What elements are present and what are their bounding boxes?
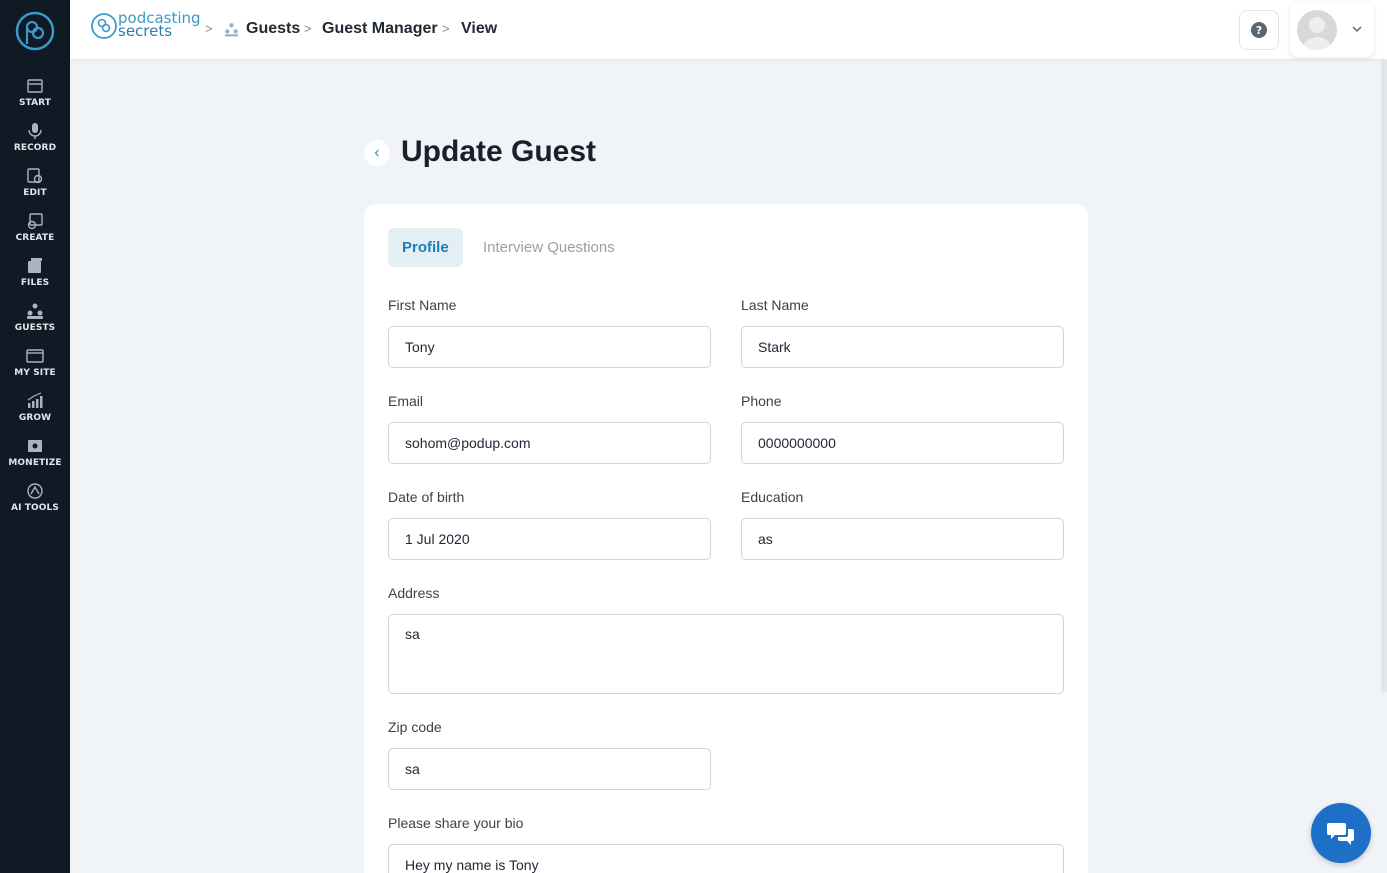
start-icon [27, 79, 43, 93]
help-button[interactable]: ? [1239, 10, 1279, 50]
sidebar-item-label: MY SITE [14, 368, 56, 378]
guest-form-card: Profile Interview Questions First Name T… [364, 204, 1088, 873]
sidebar-item-label: RECORD [13, 143, 57, 153]
sidebar-item-label: CREATE [15, 233, 55, 243]
email-label: Email [388, 393, 424, 409]
microphone-icon [28, 123, 42, 139]
site-icon [26, 349, 44, 363]
breadcrumb-guests[interactable]: Guests [246, 20, 300, 38]
bio-label: Please share your bio [388, 815, 524, 831]
podcasting-secrets-logo-icon[interactable] [15, 11, 55, 51]
first-name-field[interactable]: Tony [388, 326, 711, 368]
ai-tools-icon [27, 483, 43, 499]
sidebar-item-grow[interactable]: GROW [0, 390, 70, 432]
chevron-right-icon: > [442, 21, 450, 36]
chat-button[interactable] [1311, 803, 1371, 863]
chevron-right-icon: > [205, 21, 213, 36]
phone-field[interactable]: 0000000000 [741, 422, 1064, 464]
email-field[interactable]: sohom@podup.com [388, 422, 711, 464]
chat-icon [1327, 823, 1354, 845]
edit-icon [27, 168, 43, 184]
sidebar-item-label: EDIT [23, 188, 47, 198]
sidebar-item-files[interactable]: FILES [0, 255, 70, 297]
svg-text:?: ? [1256, 24, 1262, 37]
phone-label: Phone [741, 393, 782, 409]
grow-icon [27, 392, 43, 408]
brand-logo[interactable]: podcasting secrets [90, 11, 201, 42]
education-field[interactable]: as [741, 518, 1064, 560]
date-of-birth-label: Date of birth [388, 489, 465, 505]
sidebar-item-label: AI TOOLS [11, 503, 59, 513]
breadcrumb-guest-manager[interactable]: Guest Manager [322, 20, 438, 38]
create-icon [27, 213, 43, 230]
back-button[interactable] [364, 140, 390, 166]
user-menu[interactable] [1290, 2, 1374, 57]
default-avatar-icon [1303, 17, 1331, 50]
tab-interview-questions[interactable]: Interview Questions [469, 228, 629, 267]
guests-icon [27, 303, 43, 319]
date-of-birth-field[interactable]: 1 Jul 2020 [388, 518, 711, 560]
sidebar-item-edit[interactable]: EDIT [0, 165, 70, 207]
page-title: Update Guest [401, 135, 597, 168]
chevron-down-icon [1352, 26, 1362, 33]
zip-code-label: Zip code [388, 719, 442, 735]
sidebar-item-label: GUESTS [14, 323, 56, 333]
chevron-left-icon [374, 149, 379, 157]
sidebar: START RECORD EDIT CREATE FILES GUESTS MY… [0, 0, 70, 873]
sidebar-item-start[interactable]: START [0, 75, 70, 117]
first-name-label: First Name [388, 297, 457, 313]
avatar [1297, 10, 1337, 50]
chevron-right-icon: > [304, 21, 312, 36]
brand-name: podcasting secrets [118, 11, 201, 39]
top-bar: podcasting secrets > Guests > Guest Mana… [70, 0, 1387, 59]
zip-code-field[interactable]: sa [388, 748, 711, 790]
tab-profile[interactable]: Profile [388, 228, 463, 267]
sidebar-item-label: FILES [20, 278, 50, 288]
education-label: Education [741, 489, 804, 505]
sidebar-item-my-site[interactable]: MY SITE [0, 345, 70, 387]
sidebar-item-ai-tools[interactable]: AI TOOLS [0, 480, 70, 522]
sidebar-item-label: GROW [18, 413, 52, 423]
help-icon: ? [1251, 22, 1267, 38]
last-name-label: Last Name [741, 297, 809, 313]
guests-breadcrumb-icon [224, 23, 239, 37]
sidebar-item-label: START [18, 98, 52, 108]
address-label: Address [388, 585, 440, 601]
sidebar-item-guests[interactable]: GUESTS [0, 300, 70, 342]
page-scrollbar[interactable] [1381, 59, 1387, 693]
sidebar-item-label: MONETIZE [8, 458, 62, 468]
files-icon [28, 258, 42, 273]
last-name-field[interactable]: Stark [741, 326, 1064, 368]
monetize-icon [28, 440, 42, 452]
bio-textarea[interactable]: Hey my name is Tony [388, 844, 1064, 873]
breadcrumb-view: View [461, 20, 498, 37]
address-textarea[interactable]: sa [388, 614, 1064, 694]
sidebar-item-record[interactable]: RECORD [0, 120, 70, 162]
sidebar-item-monetize[interactable]: MONETIZE [0, 435, 70, 477]
brand-mark-icon [91, 13, 117, 39]
sidebar-item-create[interactable]: CREATE [0, 210, 70, 252]
